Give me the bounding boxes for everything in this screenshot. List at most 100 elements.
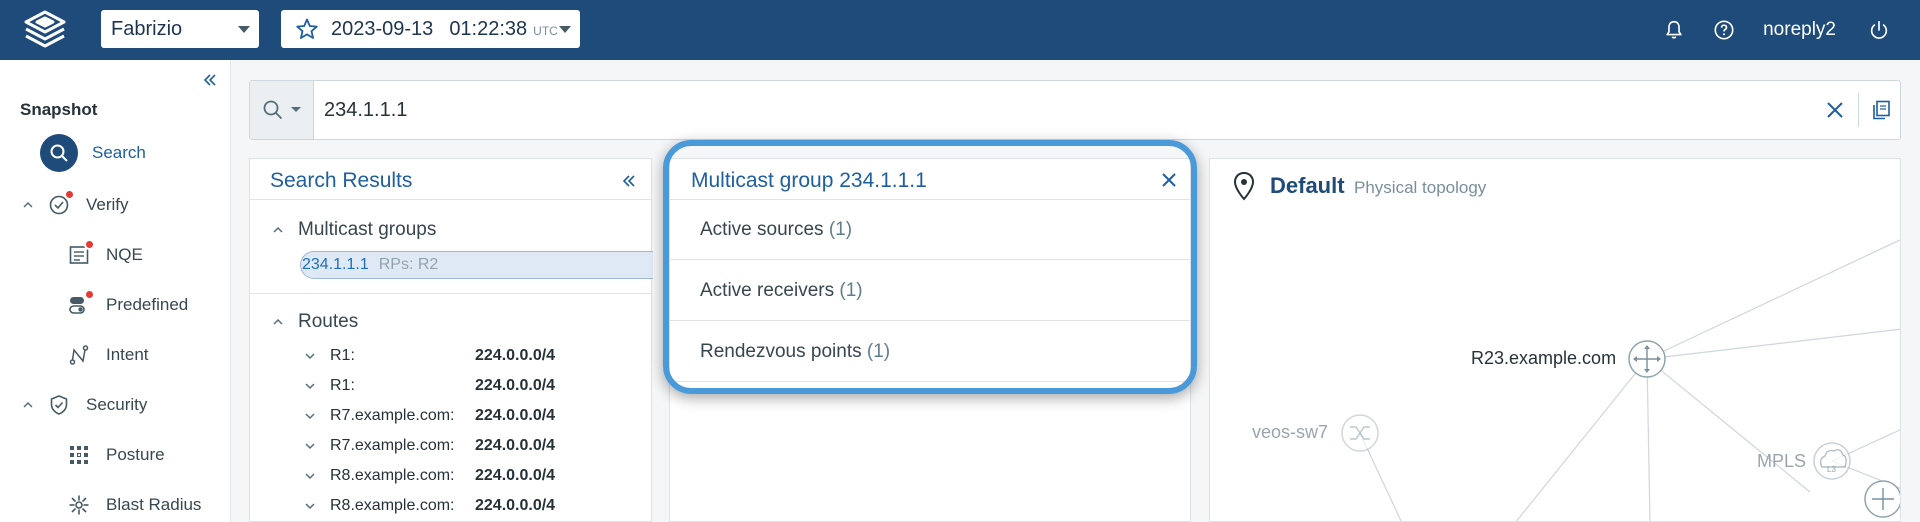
username[interactable]: noreply2 — [1763, 19, 1836, 41]
sidebar-item-security[interactable]: Security — [22, 394, 147, 416]
topology-panel: Default Physical topology R23.example.co… — [1209, 158, 1901, 522]
route-row[interactable]: R8.example.com: 224.0.0.0/4 — [304, 494, 555, 518]
search-bar — [249, 80, 1901, 140]
help-icon[interactable] — [1713, 19, 1735, 41]
chevron-down-icon — [305, 503, 315, 510]
node-badge-mpls: L3 — [1827, 465, 1836, 474]
route-device: R8.example.com: — [330, 467, 455, 484]
sidebar: Snapshot Search Verify NQE Predefined In… — [0, 60, 231, 522]
row-count: (1) — [828, 219, 853, 240]
nqe-icon — [68, 239, 95, 266]
active-receivers-row[interactable]: Active receivers (1) — [670, 261, 1190, 321]
multicast-groups-header[interactable]: Multicast groups — [272, 219, 436, 241]
copy-icon[interactable] — [1870, 99, 1892, 121]
node-label-veos[interactable]: veos-sw7 — [1252, 422, 1328, 443]
route-prefix: 224.0.0.0/4 — [475, 467, 556, 484]
posture-grid-icon — [68, 444, 90, 466]
route-device: R7.example.com: — [330, 437, 455, 454]
router-icon[interactable] — [1864, 480, 1901, 518]
sidebar-item-intent[interactable]: Intent — [68, 344, 149, 366]
route-device: R1: — [330, 377, 355, 394]
bell-icon[interactable] — [1663, 19, 1685, 41]
multicast-group-panel: Multicast group 234.1.1.1 Active sources… — [669, 158, 1191, 522]
sidebar-item-nqe[interactable]: NQE — [68, 239, 143, 266]
topology-links — [1359, 239, 1900, 521]
toggle-icon — [68, 289, 95, 316]
power-icon[interactable] — [1868, 19, 1890, 41]
router-icon[interactable] — [1628, 340, 1666, 378]
chevron-down-icon — [305, 353, 315, 360]
route-prefix: 224.0.0.0/4 — [475, 437, 556, 454]
search-mode-dropdown[interactable] — [250, 81, 314, 139]
sidebar-item-label: Posture — [106, 445, 165, 464]
route-row[interactable]: R7.example.com: 224.0.0.0/4 — [304, 404, 555, 428]
route-row[interactable]: R8.example.com: 224.0.0.0/4 — [304, 464, 555, 488]
sidebar-item-label: Search — [92, 143, 146, 162]
snapshot-time: 01:22:38 — [449, 17, 528, 40]
route-device: R8.example.com: — [330, 497, 455, 514]
network-name: Fabrizio — [111, 17, 183, 40]
snapshot-selector[interactable]: 2023-09-13 01:22:38 UTC — [281, 10, 580, 48]
route-device: R7.example.com: — [330, 407, 455, 424]
multicast-result-row[interactable]: 234.1.1.1 RPs: R2 — [300, 251, 653, 279]
blast-radius-icon — [68, 494, 90, 516]
sidebar-item-label: NQE — [106, 245, 143, 264]
close-icon[interactable] — [1158, 169, 1180, 191]
collapse-panel-icon[interactable] — [621, 173, 637, 189]
active-sources-row[interactable]: Active sources (1) — [670, 200, 1190, 260]
alert-badge — [64, 189, 75, 200]
topology-subtitle: Physical topology — [1354, 178, 1487, 197]
app-logo-icon[interactable] — [18, 8, 72, 52]
route-row[interactable]: R1: 224.0.0.0/4 — [304, 374, 555, 398]
top-right-actions: noreply2 — [1663, 0, 1920, 60]
node-label-r23[interactable]: R23.example.com — [1471, 348, 1616, 369]
search-icon — [40, 134, 78, 172]
routes-header[interactable]: Routes — [272, 311, 358, 333]
sidebar-item-label: Verify — [86, 195, 129, 214]
chevron-down-icon — [238, 26, 250, 33]
result-ip: 234.1.1.1 — [302, 256, 369, 273]
route-row[interactable]: R7.example.com: 224.0.0.0/4 — [304, 434, 555, 458]
row-label: Active receivers — [700, 280, 835, 301]
chevron-down-icon — [559, 26, 571, 33]
snapshot-date: 2023-09-13 — [331, 17, 434, 40]
location-pin-icon — [1233, 171, 1255, 201]
route-prefix: 224.0.0.0/4 — [475, 497, 556, 514]
sidebar-item-predefined[interactable]: Predefined — [68, 289, 189, 316]
sidebar-item-search[interactable]: Search — [40, 134, 146, 172]
sidebar-item-label: Blast Radius — [106, 495, 202, 514]
row-count: (1) — [839, 280, 863, 301]
route-prefix: 224.0.0.0/4 — [475, 347, 556, 364]
route-prefix: 224.0.0.0/4 — [475, 407, 556, 424]
row-label: Active sources — [700, 219, 824, 240]
collapse-sidebar-icon[interactable] — [202, 72, 218, 88]
sidebar-item-label: Predefined — [106, 295, 189, 314]
chevron-down-icon — [290, 107, 301, 112]
chevron-down-icon — [305, 383, 315, 390]
sidebar-item-verify[interactable]: Verify — [22, 189, 129, 216]
network-selector[interactable]: Fabrizio — [101, 10, 259, 48]
clear-search-icon[interactable] — [1825, 100, 1845, 120]
sidebar-item-label: Intent — [106, 345, 149, 364]
chevron-down-icon — [305, 443, 315, 450]
sidebar-item-posture[interactable]: Posture — [68, 444, 165, 466]
group-label: Routes — [298, 311, 359, 332]
node-label-mpls[interactable]: MPLS — [1757, 451, 1806, 472]
result-rps: RPs: R2 — [378, 256, 439, 273]
route-prefix: 224.0.0.0/4 — [475, 377, 556, 394]
divider — [250, 199, 651, 200]
rendezvous-points-row[interactable]: Rendezvous points (1) — [670, 322, 1190, 382]
route-device: R1: — [330, 347, 355, 364]
panel-title: Search Results — [270, 169, 413, 192]
chevron-up-icon — [23, 401, 33, 408]
row-label: Rendezvous points — [700, 341, 862, 362]
group-label: Multicast groups — [298, 219, 437, 240]
row-count: (1) — [866, 341, 891, 362]
divider — [250, 293, 651, 294]
switch-icon[interactable] — [1341, 414, 1379, 452]
search-input[interactable] — [324, 81, 1724, 139]
sidebar-item-label: Security — [86, 395, 148, 414]
star-icon[interactable] — [295, 17, 319, 41]
route-row[interactable]: R1: 224.0.0.0/4 — [304, 344, 555, 368]
sidebar-item-blast-radius[interactable]: Blast Radius — [68, 494, 201, 516]
